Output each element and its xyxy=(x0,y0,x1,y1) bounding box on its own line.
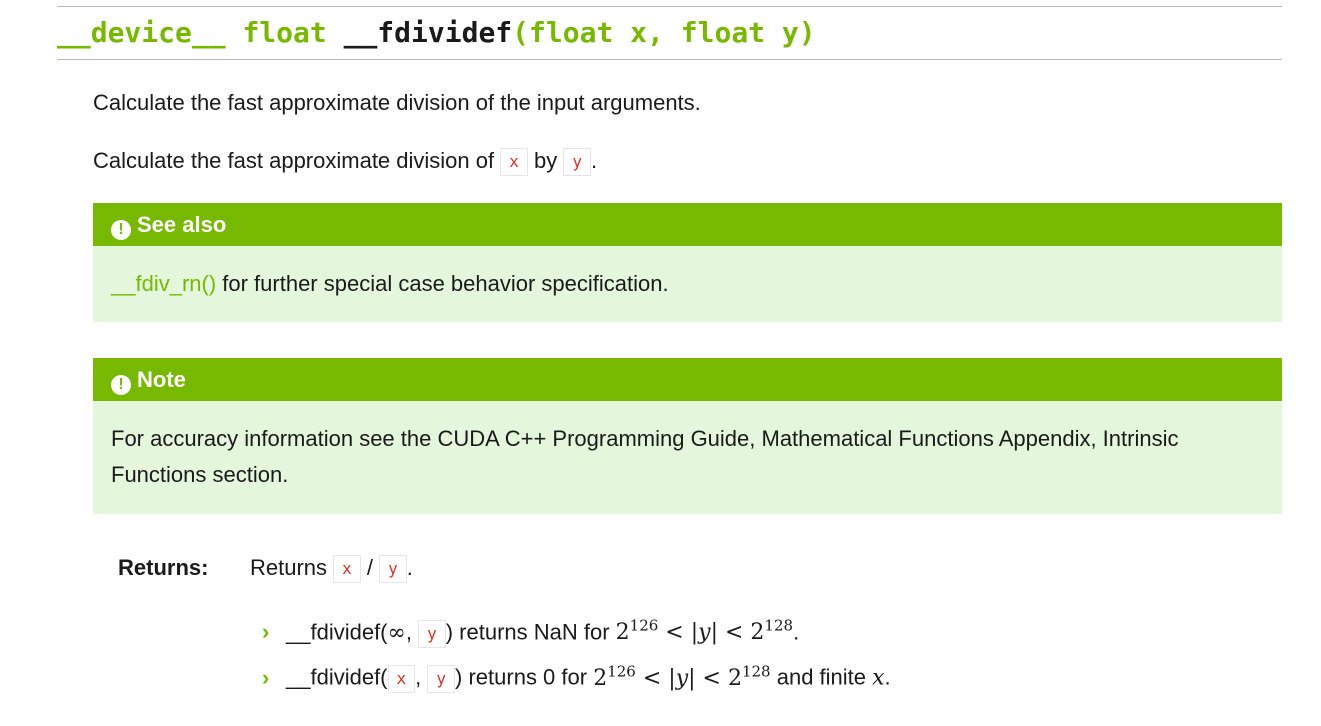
list-item: › __fdividef(∞, y) returns NaN for 2126 <… xyxy=(262,607,891,652)
returns-suffix: . xyxy=(406,555,413,580)
inline-code-y: y xyxy=(427,664,456,693)
call-fn: __fdividef( xyxy=(286,664,388,690)
inline-code-x: x xyxy=(333,555,361,584)
range-formula: 2126 < |y| < 2128 xyxy=(615,617,794,646)
see-also-body: __fdiv_rn() for further special case beh… xyxy=(93,246,1282,324)
returns-text: Returns x / y. xyxy=(250,553,413,584)
inline-code-x: x xyxy=(500,148,528,177)
returns-label: Returns: xyxy=(118,555,209,580)
inline-code-y: y xyxy=(563,148,591,177)
case-tail: . xyxy=(793,619,800,645)
detail-prefix: Calculate the fast approximate division … xyxy=(93,148,501,173)
signature-param-y: float y xyxy=(680,16,799,49)
signature-close-paren: ) xyxy=(798,16,816,49)
description-summary: Calculate the fast approximate division … xyxy=(93,90,701,115)
function-signature: __device__ float __fdividef(float x, flo… xyxy=(57,6,1282,60)
see-also-header: ! See also xyxy=(93,203,1282,246)
signature-comma: , xyxy=(647,16,681,49)
description-detail: Calculate the fast approximate division … xyxy=(93,146,598,177)
case-text: returns NaN for xyxy=(453,619,616,645)
call-fn: __fdividef( xyxy=(286,619,388,645)
chevron-right-icon: › xyxy=(262,664,270,690)
call-close: ) xyxy=(445,619,454,645)
detail-mid: by xyxy=(527,148,564,173)
call-sep: , xyxy=(415,664,428,690)
see-also-text: for further special case behavior specif… xyxy=(216,271,669,296)
range-formula: 2126 < |y| < 2128 xyxy=(593,662,771,691)
list-item: › __fdividef(x, y) returns 0 for 2126 < |… xyxy=(262,652,891,697)
inline-code-y: y xyxy=(379,555,407,584)
signature-return-type: float xyxy=(242,16,327,49)
note-admonition: ! Note For accuracy information see the C… xyxy=(93,358,1282,514)
see-also-title: See also xyxy=(137,212,227,237)
note-title: Note xyxy=(137,367,186,392)
case-end: . xyxy=(884,664,891,690)
signature-qualifier: __device__ xyxy=(57,16,226,49)
fdiv-rn-link[interactable]: __fdiv_rn() xyxy=(111,271,216,296)
exclamation-icon: ! xyxy=(111,375,131,395)
note-header: ! Note xyxy=(93,358,1282,401)
detail-suffix: . xyxy=(590,148,598,173)
infinity-symbol: ∞ xyxy=(387,620,406,646)
chevron-right-icon: › xyxy=(262,619,270,645)
see-also-admonition: ! See also __fdiv_rn() for further specia… xyxy=(93,203,1282,322)
exclamation-icon: ! xyxy=(111,220,131,240)
signature-param-x: float x xyxy=(529,16,648,49)
finite-var: x xyxy=(872,665,885,691)
signature-open-paren: ( xyxy=(512,16,530,49)
case-tail: and finite xyxy=(770,664,873,690)
note-body: For accuracy information see the CUDA C+… xyxy=(111,426,1179,487)
case-text: returns 0 for xyxy=(462,664,594,690)
returns-op: / xyxy=(360,555,380,580)
returns-prefix: Returns xyxy=(250,555,334,580)
call-sep: , xyxy=(405,619,419,645)
returns-special-cases: › __fdividef(∞, y) returns NaN for 2126 <… xyxy=(262,607,891,698)
signature-function-name: __fdividef xyxy=(343,16,513,49)
inline-code-y: y xyxy=(418,619,446,648)
inline-code-x: x xyxy=(387,664,416,693)
